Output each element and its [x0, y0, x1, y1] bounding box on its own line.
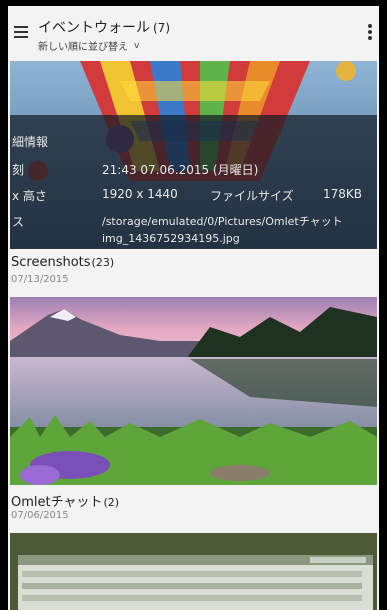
gallery-screen: イベントウォール (7) 新しい順に並び替え v 細情報 刻 21:43 07.…	[8, 6, 379, 610]
sort-label: 新しい順に並び替え	[38, 42, 128, 53]
album-date: 07/13/2015	[11, 274, 69, 285]
album-thumbnail-omlet[interactable]	[10, 297, 377, 485]
album-count: (2)	[103, 496, 120, 509]
path-value-continued: img_1436752934195.jpg	[102, 232, 240, 245]
overflow-menu-icon[interactable]	[367, 23, 373, 41]
app-bar: イベントウォール (7) 新しい順に並び替え v	[8, 6, 379, 58]
event-count: (7)	[153, 21, 170, 35]
hamburger-icon[interactable]	[14, 25, 28, 39]
sort-dropdown[interactable]: 新しい順に並び替え v	[38, 38, 170, 54]
size-label: x 高さ	[12, 189, 47, 203]
chevron-down-icon: v	[134, 40, 140, 51]
detail-heading: 細情報	[12, 135, 49, 149]
album-title-omlet[interactable]: Omletチャット (2)	[11, 491, 119, 510]
time-value: 21:43 07.06.2015 (月曜日)	[102, 163, 259, 177]
album-thumbnail-screenshots[interactable]: 細情報 刻 21:43 07.06.2015 (月曜日) x 高さ 1920 x…	[10, 61, 377, 249]
filesize-value: 178KB	[323, 187, 363, 201]
time-label: 刻	[12, 163, 25, 177]
album-count: (23)	[91, 256, 115, 269]
filesize-label: ファイルサイズ	[210, 189, 294, 203]
monitor-photo	[10, 533, 377, 610]
detail-info-overlay: 細情報 刻 21:43 07.06.2015 (月曜日) x 高さ 1920 x…	[10, 115, 377, 249]
device-frame: イベントウォール (7) 新しい順に並び替え v 細情報 刻 21:43 07.…	[0, 0, 387, 610]
album-thumbnail-third[interactable]	[10, 533, 377, 610]
album-name: Omletチャット	[11, 495, 103, 510]
path-value: /storage/emulated/0/Pictures/Omletチャット	[102, 215, 343, 228]
lake-photo	[10, 297, 377, 485]
size-value: 1920 x 1440	[102, 187, 178, 201]
album-name: Screenshots	[11, 255, 91, 270]
album-date: 07/06/2015	[11, 510, 69, 521]
page-title: イベントウォール	[38, 20, 150, 36]
album-title-screenshots[interactable]: Screenshots (23)	[11, 255, 114, 270]
path-label: ス	[12, 215, 25, 229]
title-area: イベントウォール (7) 新しい順に並び替え v	[38, 17, 170, 53]
